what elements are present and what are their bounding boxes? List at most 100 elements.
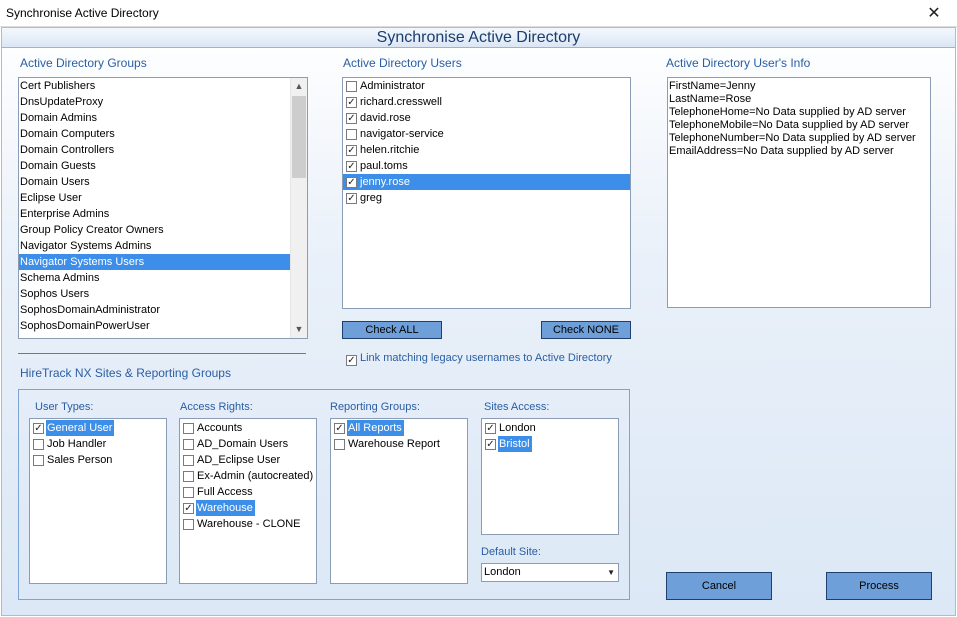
section-divider: [18, 353, 306, 354]
chevron-down-icon[interactable]: ▼: [607, 564, 615, 581]
checkbox-icon[interactable]: ✓: [334, 423, 345, 434]
list-item[interactable]: ✓ All Reports: [331, 420, 467, 436]
list-item[interactable]: Navigator Systems Admins: [19, 238, 290, 254]
list-item[interactable]: Warehouse - CLONE: [180, 516, 316, 532]
list-item[interactable]: Domain Users: [19, 174, 290, 190]
list-item[interactable]: ✓ paul.toms: [343, 158, 630, 174]
checkbox-icon[interactable]: [183, 423, 194, 434]
list-item-label: Sales Person: [47, 454, 113, 466]
list-item[interactable]: Eclipse User: [19, 190, 290, 206]
default-site-select[interactable]: London ▼: [481, 563, 619, 582]
list-item-label: Administrator: [360, 80, 425, 92]
page-title: Synchronise Active Directory: [2, 28, 955, 48]
checkbox-icon[interactable]: [334, 439, 345, 450]
process-button[interactable]: Process: [826, 572, 932, 600]
checkbox-icon[interactable]: [33, 455, 44, 466]
checkbox-icon[interactable]: [183, 487, 194, 498]
checkbox-icon[interactable]: [346, 129, 357, 140]
groups-scrollbar[interactable]: ▲ ▼: [290, 78, 307, 338]
user-info-box: FirstName=Jenny LastName=Rose TelephoneHom…: [667, 77, 931, 308]
list-item[interactable]: Schema Admins: [19, 270, 290, 286]
list-item[interactable]: Domain Guests: [19, 158, 290, 174]
list-item[interactable]: SophosDomainPowerUser: [19, 318, 290, 334]
checkbox-icon[interactable]: ✓: [346, 355, 357, 366]
checkbox-icon[interactable]: [183, 455, 194, 466]
list-item-label: jenny.rose: [360, 176, 410, 188]
list-item[interactable]: AD_Domain Users: [180, 436, 316, 452]
checkbox-icon[interactable]: ✓: [183, 503, 194, 514]
checkbox-icon[interactable]: ✓: [346, 97, 357, 108]
reporting-groups-label: Reporting Groups:: [330, 401, 420, 413]
list-item-label: AD_Domain Users: [197, 438, 289, 450]
checkbox-icon[interactable]: [183, 471, 194, 482]
list-item[interactable]: DnsUpdateProxy: [19, 94, 290, 110]
sites-access-list[interactable]: ✓ London ✓ Bristol: [481, 418, 619, 535]
list-item[interactable]: Administrator: [343, 78, 630, 94]
checkbox-icon[interactable]: ✓: [33, 423, 44, 434]
list-item[interactable]: Group Policy Creator Owners: [19, 222, 290, 238]
list-item[interactable]: Cert Publishers: [19, 78, 290, 94]
list-item-label: helen.ritchie: [360, 144, 420, 156]
checkbox-icon[interactable]: [33, 439, 44, 450]
list-item[interactable]: ✓ jenny.rose: [343, 174, 630, 190]
list-item[interactable]: ✓ General User: [30, 420, 166, 436]
list-item[interactable]: ✓ Bristol: [482, 436, 618, 452]
users-list[interactable]: Administrator ✓ richard.cresswell ✓ david.ro…: [342, 77, 631, 309]
access-rights-list[interactable]: Accounts AD_Domain Users AD_Eclipse User Ex…: [179, 418, 317, 584]
list-item[interactable]: Domain Admins: [19, 110, 290, 126]
list-item[interactable]: ✓ greg: [343, 190, 630, 206]
info-line: FirstName=Jenny: [669, 80, 756, 92]
checkbox-icon[interactable]: ✓: [346, 145, 357, 156]
checkbox-icon[interactable]: [183, 519, 194, 530]
list-item[interactable]: Ex-Admin (autocreated): [180, 468, 316, 484]
list-item[interactable]: Job Handler: [30, 436, 166, 452]
scroll-thumb[interactable]: [292, 96, 306, 178]
list-item[interactable]: ✓ Warehouse: [180, 500, 316, 516]
checkbox-icon[interactable]: [183, 439, 194, 450]
list-item[interactable]: ✓ richard.cresswell: [343, 94, 630, 110]
reporting-groups-list[interactable]: ✓ All Reports Warehouse Report: [330, 418, 468, 584]
list-item-label: Ex-Admin (autocreated): [197, 470, 314, 482]
dialog-client-area: Synchronise Active Directory Active Dire…: [1, 27, 956, 616]
list-item[interactable]: Navigator Systems Users: [19, 254, 290, 270]
list-item[interactable]: ✓ helen.ritchie: [343, 142, 630, 158]
list-item[interactable]: Warehouse Report: [331, 436, 467, 452]
list-item[interactable]: AD_Eclipse User: [180, 452, 316, 468]
list-item[interactable]: ✓ London: [482, 420, 618, 436]
close-icon[interactable]: ✕: [911, 0, 957, 27]
check-all-button[interactable]: Check ALL: [342, 321, 442, 339]
checkbox-icon[interactable]: ✓: [346, 177, 357, 188]
list-item[interactable]: Sales Person: [30, 452, 166, 468]
list-item[interactable]: ✓ david.rose: [343, 110, 630, 126]
default-site-label: Default Site:: [481, 546, 541, 558]
list-item[interactable]: Domain Computers: [19, 126, 290, 142]
list-item[interactable]: Full Access: [180, 484, 316, 500]
checkbox-icon[interactable]: ✓: [485, 439, 496, 450]
scroll-up-icon[interactable]: ▲: [291, 78, 307, 95]
list-item-label: navigator-service: [360, 128, 444, 140]
user-types-list[interactable]: ✓ General User Job Handler Sales Person: [29, 418, 167, 584]
checkbox-icon[interactable]: ✓: [346, 193, 357, 204]
link-legacy-checkbox[interactable]: ✓ Link matching legacy usernames to Activ…: [346, 352, 612, 366]
list-item[interactable]: Sophos Users: [19, 286, 290, 302]
list-item-label: Warehouse Report: [348, 438, 440, 450]
default-site-value: London: [484, 566, 521, 578]
list-item[interactable]: navigator-service: [343, 126, 630, 142]
groups-list[interactable]: Cert Publishers DnsUpdateProxy Domain Admi…: [18, 77, 308, 339]
check-none-button[interactable]: Check NONE: [541, 321, 631, 339]
list-item[interactable]: Accounts: [180, 420, 316, 436]
list-item[interactable]: SophosDomainAdministrator: [19, 302, 290, 318]
checkbox-icon[interactable]: ✓: [346, 113, 357, 124]
list-item-label: General User: [46, 420, 115, 436]
checkbox-icon[interactable]: ✓: [485, 423, 496, 434]
cancel-button[interactable]: Cancel: [666, 572, 772, 600]
list-item-label: London: [499, 422, 536, 434]
list-item[interactable]: Domain Controllers: [19, 142, 290, 158]
checkbox-icon[interactable]: [346, 81, 357, 92]
scroll-down-icon[interactable]: ▼: [291, 321, 307, 338]
users-label: Active Directory Users: [343, 56, 462, 70]
checkbox-icon[interactable]: ✓: [346, 161, 357, 172]
list-item-label: All Reports: [347, 420, 404, 436]
list-item-label: Full Access: [197, 486, 253, 498]
list-item[interactable]: Enterprise Admins: [19, 206, 290, 222]
